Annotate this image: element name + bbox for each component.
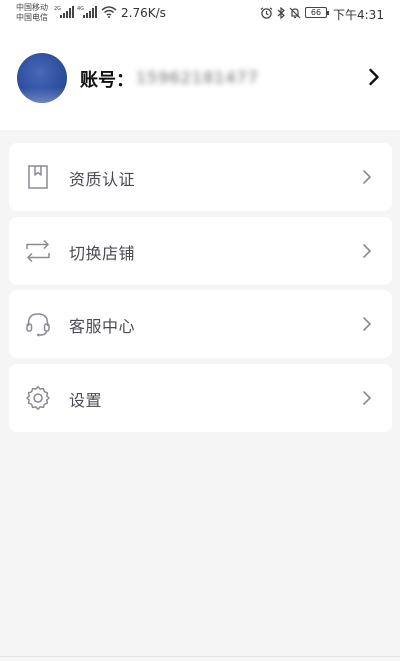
signal-icon-2 bbox=[83, 6, 97, 18]
account-number: 15962181477 bbox=[136, 68, 259, 87]
switch-arrows-icon bbox=[26, 239, 50, 263]
chevron-right-icon bbox=[363, 391, 371, 405]
chevron-right-icon[interactable] bbox=[368, 68, 380, 86]
menu-label: 设置 bbox=[69, 391, 103, 410]
account-label: 账号： bbox=[80, 70, 134, 91]
menu-item-switch-store[interactable]: 切换店铺 bbox=[9, 217, 392, 285]
avatar[interactable] bbox=[17, 53, 67, 103]
mute-bell-icon bbox=[289, 7, 301, 19]
bluetooth-icon bbox=[277, 7, 285, 19]
network-speed: 2.76K/s bbox=[121, 6, 166, 20]
gear-icon bbox=[26, 386, 50, 410]
carrier-names: 中国移动 中国电信 bbox=[16, 3, 48, 23]
menu-item-qualification[interactable]: 资质认证 bbox=[9, 143, 392, 211]
wifi-icon bbox=[101, 6, 117, 18]
account-header[interactable]: 账号： 15962181477 bbox=[0, 50, 400, 106]
menu-label: 客服中心 bbox=[69, 317, 136, 336]
signal-icon bbox=[60, 6, 74, 18]
battery-icon: 66 bbox=[305, 7, 329, 18]
headset-icon bbox=[26, 313, 50, 337]
status-bar: 中国移动 中国电信 2G 4G 2.76K/s 66 下午4:31 bbox=[0, 0, 400, 28]
menu-item-settings[interactable]: 设置 bbox=[9, 364, 392, 432]
divider bbox=[0, 656, 400, 657]
menu-label: 资质认证 bbox=[69, 170, 136, 189]
carrier-2: 中国电信 bbox=[16, 13, 48, 22]
chevron-right-icon bbox=[363, 317, 371, 331]
alarm-icon bbox=[260, 7, 273, 19]
chevron-right-icon bbox=[363, 244, 371, 258]
carrier-1: 中国移动 bbox=[16, 3, 48, 12]
status-time: 下午4:31 bbox=[333, 8, 384, 22]
bookmark-icon bbox=[28, 165, 48, 189]
menu-item-customer-service[interactable]: 客服中心 bbox=[9, 290, 392, 358]
menu-label: 切换店铺 bbox=[69, 244, 136, 263]
chevron-right-icon bbox=[363, 170, 371, 184]
